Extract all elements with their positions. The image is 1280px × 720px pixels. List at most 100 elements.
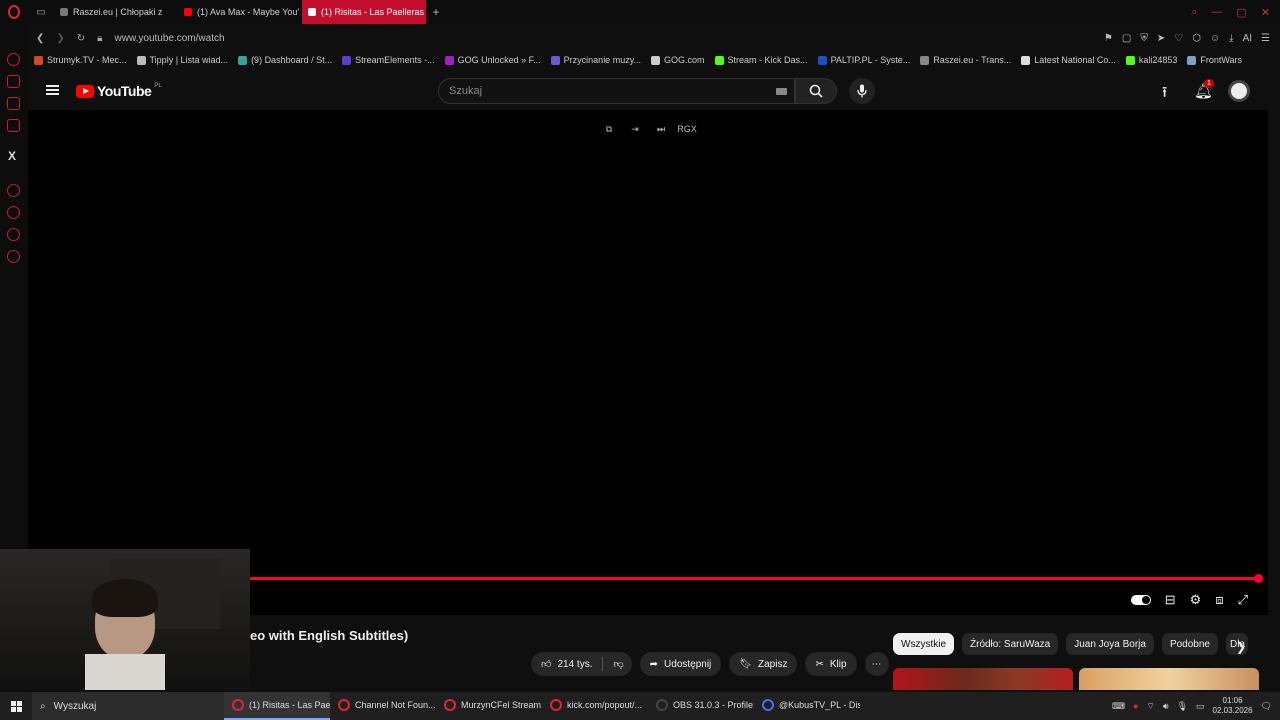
- recommended-thumbnail[interactable]: [1079, 668, 1259, 690]
- close-icon[interactable]: ✕: [1261, 6, 1270, 19]
- taskbar-app[interactable]: @KubusTV_PL - Dis...: [754, 692, 860, 720]
- settings-icon[interactable]: [7, 250, 20, 263]
- chip-source[interactable]: Źródło: SaruWaza: [962, 633, 1059, 655]
- bookmark-item[interactable]: GOG.com: [651, 55, 705, 65]
- speed-dial-icon[interactable]: [7, 53, 20, 66]
- battery-icon[interactable]: ▭: [1196, 701, 1205, 712]
- save-button[interactable]: 🔖︎ Zapisz: [729, 652, 798, 676]
- search-input[interactable]: [439, 79, 794, 103]
- bookmark-item[interactable]: StreamElements -...: [342, 55, 435, 65]
- send-icon[interactable]: ➤: [1157, 33, 1165, 44]
- like-count[interactable]: 214 tys.: [557, 659, 592, 670]
- forward-icon[interactable]: ❯: [56, 33, 64, 44]
- tab-list-icon[interactable]: ▭: [28, 0, 54, 24]
- workspace-icon[interactable]: [7, 75, 20, 88]
- fullscreen-icon[interactable]: ⤢: [1238, 592, 1248, 608]
- taskbar-app[interactable]: MurzynCFel Stream...: [436, 692, 542, 720]
- keyboard-icon[interactable]: [776, 88, 787, 95]
- thumbs-up-icon[interactable]: 👍︎: [541, 658, 551, 670]
- browser-tab-1[interactable]: Raszei.eu | Chłopaki z: [54, 0, 178, 24]
- progress-bar[interactable]: [250, 577, 1260, 580]
- subtitles-icon[interactable]: ⊟: [1165, 592, 1176, 608]
- wifi-icon[interactable]: ⌔: [1146, 701, 1154, 712]
- new-tab-button[interactable]: +: [426, 5, 446, 19]
- player-tool-icon[interactable]: ⧉: [601, 122, 617, 136]
- settings-gear-icon[interactable]: ⚙: [1190, 592, 1202, 608]
- chevron-right-icon[interactable]: ❯: [1236, 640, 1246, 654]
- autoplay-toggle[interactable]: [1130, 595, 1151, 605]
- youtube-logo[interactable]: YouTube PL: [76, 83, 162, 99]
- maximize-icon[interactable]: ▢: [1236, 6, 1246, 19]
- taskbar-app[interactable]: Channel Not Foun...: [330, 692, 436, 720]
- taskbar-search[interactable]: ⌕ Wyszukaj: [32, 692, 224, 720]
- notification-center-icon[interactable]: 🗨︎: [1261, 701, 1272, 712]
- save-label: Zapisz: [758, 658, 788, 670]
- url-field[interactable]: www.youtube.com/watch: [115, 33, 225, 44]
- history-icon[interactable]: [7, 206, 20, 219]
- shield-icon[interactable]: ⛨: [1140, 33, 1148, 44]
- instagram-icon[interactable]: [7, 119, 20, 132]
- download-icon[interactable]: ⤓: [1229, 33, 1233, 44]
- bookmark-item[interactable]: Przycinanie muzy...: [550, 55, 641, 65]
- taskbar-app[interactable]: kick.com/popout/...: [542, 692, 648, 720]
- tray-icon[interactable]: ⌨: [1112, 701, 1125, 712]
- miniplayer-icon[interactable]: ⧈: [1215, 592, 1223, 608]
- avatar[interactable]: [1228, 80, 1250, 102]
- ai-icon[interactable]: AI: [1243, 33, 1252, 44]
- player-tool-icon[interactable]: ⏭: [653, 122, 669, 136]
- back-icon[interactable]: ❮: [36, 33, 44, 44]
- bookmark-item[interactable]: Strumyk.TV - Mec...: [34, 55, 127, 65]
- start-button[interactable]: [0, 692, 32, 720]
- taskbar-app-label: @KubusTV_PL - Dis...: [779, 700, 860, 710]
- bookmark-item[interactable]: Latest National Co...: [1021, 55, 1116, 65]
- snapshot-icon[interactable]: ▢: [1122, 33, 1131, 44]
- search-button[interactable]: [795, 78, 837, 104]
- chip-juan-joya-borja[interactable]: Juan Joya Borja: [1066, 633, 1154, 655]
- bookmark-item[interactable]: FrontWars: [1187, 55, 1242, 65]
- taskbar-app[interactable]: (1) Risitas - Las Pael...: [224, 692, 330, 720]
- search-tabs-icon[interactable]: ⌕: [1191, 6, 1197, 19]
- profile-icon[interactable]: ☺: [1210, 33, 1220, 44]
- player-tool-icon[interactable]: ⇥: [627, 122, 643, 136]
- upload-icon[interactable]: ⭱: [1162, 82, 1167, 107]
- browser-tab-2[interactable]: (1) Ava Max - Maybe You': [178, 0, 302, 24]
- taskbar-app[interactable]: OBS 31.0.3 - Profile:...: [648, 692, 754, 720]
- bookmark-item[interactable]: (9) Dashboard / St...: [238, 55, 332, 65]
- x-twitter-icon[interactable]: X: [8, 149, 16, 163]
- clock[interactable]: 01:06 02.03.2026: [1213, 696, 1253, 716]
- bookmark-item[interactable]: GOG Unlocked » F...: [444, 55, 541, 65]
- microphone-icon[interactable]: 🎙︎: [1177, 701, 1188, 712]
- bookmark-icon[interactable]: ⚑: [1104, 33, 1113, 44]
- bookmark-item[interactable]: Stream - Kick Das...: [714, 55, 808, 65]
- menu-icon[interactable]: ☰: [1261, 33, 1270, 44]
- thumbs-down-icon[interactable]: 👎︎: [613, 658, 623, 670]
- bookmark-item[interactable]: Raszei.eu - Trans...: [920, 55, 1011, 65]
- bookmark-item[interactable]: PALTIP.PL - Syste...: [817, 55, 910, 65]
- share-button[interactable]: ➦ Udostępnij: [639, 652, 722, 676]
- youtube-play-icon: [76, 84, 94, 98]
- clip-button[interactable]: ✂ Klip: [805, 652, 857, 676]
- tray-icon[interactable]: ●: [1133, 701, 1138, 711]
- video-player[interactable]: ⧉ ⇥ ⏭ RGX ⊟ ⚙ ⧈ ⤢: [28, 110, 1268, 615]
- chip-similar[interactable]: Podobne: [1161, 633, 1218, 655]
- voice-search-button[interactable]: [849, 78, 875, 104]
- heart-icon[interactable]: ♡: [1174, 33, 1183, 44]
- reload-icon[interactable]: ↻: [77, 33, 85, 44]
- minimize-icon[interactable]: —: [1211, 6, 1222, 19]
- recommended-thumbnail[interactable]: [893, 668, 1073, 690]
- chat-icon[interactable]: [7, 228, 20, 241]
- browser-tab-3-active[interactable]: (1) Risitas - Las Paelleras (: [302, 0, 426, 24]
- chip-all[interactable]: Wszystkie: [893, 633, 954, 655]
- volume-icon[interactable]: 🔊︎: [1163, 701, 1169, 712]
- player-icon[interactable]: [7, 184, 20, 197]
- messenger-icon[interactable]: [7, 97, 20, 110]
- bookmark-item[interactable]: kali24853: [1125, 55, 1177, 65]
- player-tool-icon[interactable]: RGX: [677, 122, 697, 136]
- more-actions-button[interactable]: ⋯: [864, 652, 889, 676]
- player-overlay-tools: ⧉ ⇥ ⏭ RGX: [601, 122, 697, 136]
- extensions-icon[interactable]: ⬡: [1192, 33, 1201, 44]
- bookmark-item[interactable]: Tipply | Lista wiad...: [136, 55, 228, 65]
- opera-logo-icon[interactable]: [0, 0, 28, 24]
- progress-scrubber[interactable]: [1254, 574, 1263, 583]
- hamburger-menu-icon[interactable]: [46, 85, 59, 95]
